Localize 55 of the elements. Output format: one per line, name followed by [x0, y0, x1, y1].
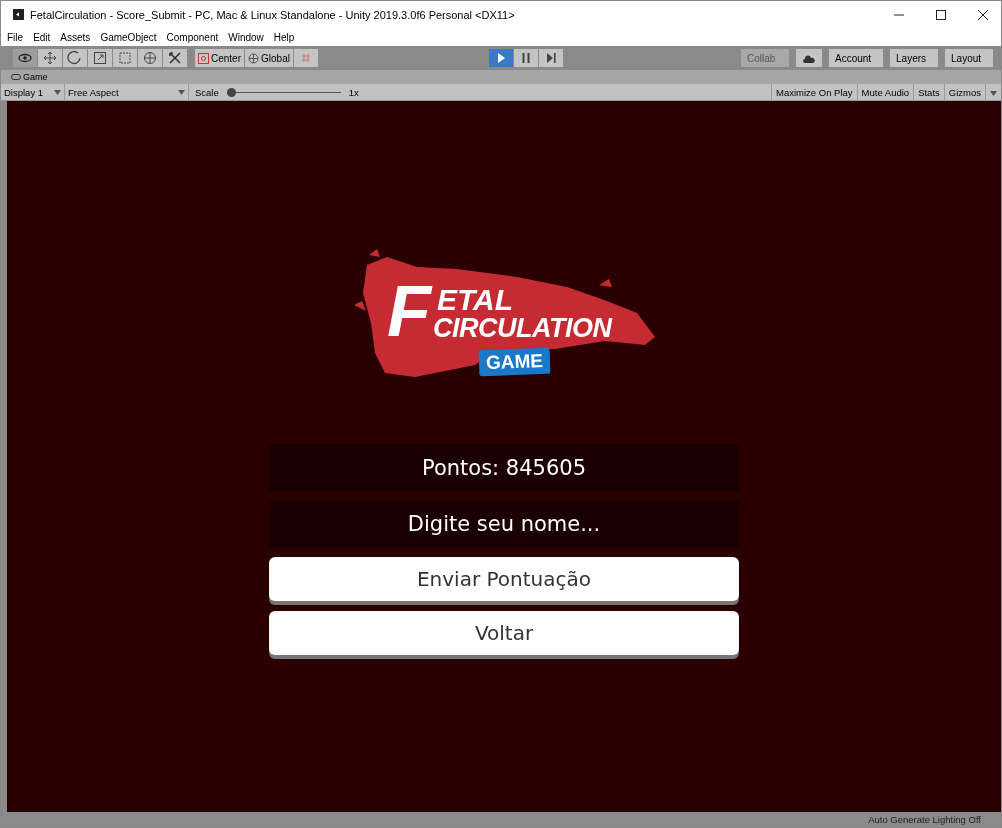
- pause-button[interactable]: [514, 49, 539, 67]
- move-icon: [42, 50, 58, 66]
- grid-icon: [299, 52, 312, 64]
- toggle-button[interactable]: Stats: [913, 84, 944, 100]
- menu-item[interactable]: File: [7, 31, 24, 43]
- step-button[interactable]: [539, 49, 564, 67]
- display-dropdown[interactable]: Display 1: [1, 84, 65, 100]
- menu-item[interactable]: GameObject: [100, 31, 157, 43]
- custom-icon: [167, 50, 183, 66]
- toggle-button[interactable]: Gizmos: [943, 84, 985, 100]
- globe-icon: [248, 52, 259, 64]
- window-title: FetalCirculation - Score_Submit - PC, Mac & Linux Standalone - Unity 2019.3.0f6 Personal <DX11>: [30, 8, 516, 21]
- rotate-tool-button[interactable]: [63, 49, 87, 67]
- space-button[interactable]: Global: [245, 49, 293, 67]
- name-input-field[interactable]: Digite seu nome...: [269, 501, 739, 547]
- play-button[interactable]: [489, 49, 514, 67]
- caret-icon: [54, 89, 61, 95]
- logo-badge: GAME: [478, 347, 551, 377]
- toolbar-dropdown[interactable]: Layout: [945, 49, 993, 67]
- menu-item[interactable]: Window: [228, 31, 264, 43]
- pivot-button[interactable]: Center: [195, 49, 244, 67]
- cloud-button[interactable]: [796, 49, 822, 67]
- toggle-button[interactable]: Maximize On Play: [771, 84, 857, 100]
- transform-icon: [142, 50, 158, 66]
- score-text: Pontos: 845605: [269, 444, 739, 491]
- custom-tool-button[interactable]: [163, 49, 187, 67]
- toolbar-dropdown[interactable]: Account: [829, 49, 883, 67]
- caret-icon: [178, 89, 185, 95]
- menu-item[interactable]: Help: [273, 31, 295, 43]
- menu-item[interactable]: Assets: [60, 31, 91, 43]
- aspect-dropdown[interactable]: Free Aspect: [65, 84, 189, 100]
- logo-text: ETAL: [437, 285, 514, 315]
- status-text: Auto Generate Lighting Off: [868, 814, 981, 825]
- toolbar-dropdown[interactable]: Layers: [890, 49, 938, 67]
- logo-text: CIRCULATION: [433, 315, 612, 342]
- rect-icon: [117, 50, 133, 66]
- close-icon: [978, 9, 988, 20]
- menu-item[interactable]: Component: [166, 31, 219, 43]
- scale-icon: [92, 50, 108, 66]
- move-tool-button[interactable]: [38, 49, 62, 67]
- app-icon: [13, 9, 24, 20]
- scale-tool-button[interactable]: [88, 49, 112, 67]
- scale-value: 1x: [348, 86, 359, 98]
- logo-letter: F: [387, 275, 431, 347]
- menu-item[interactable]: Edit: [33, 31, 51, 43]
- toggle-button[interactable]: Mute Audio: [856, 84, 914, 100]
- scale-label: Scale: [194, 86, 220, 98]
- pivot-icon: [198, 52, 209, 64]
- cloud-icon: [803, 53, 815, 63]
- maximize-icon: [936, 9, 946, 20]
- view-tool-button[interactable]: [13, 49, 37, 67]
- game-tab[interactable]: Game: [7, 72, 52, 82]
- caret-icon: [990, 90, 997, 96]
- transform-tool-button[interactable]: [138, 49, 162, 67]
- rotate-icon: [67, 50, 83, 66]
